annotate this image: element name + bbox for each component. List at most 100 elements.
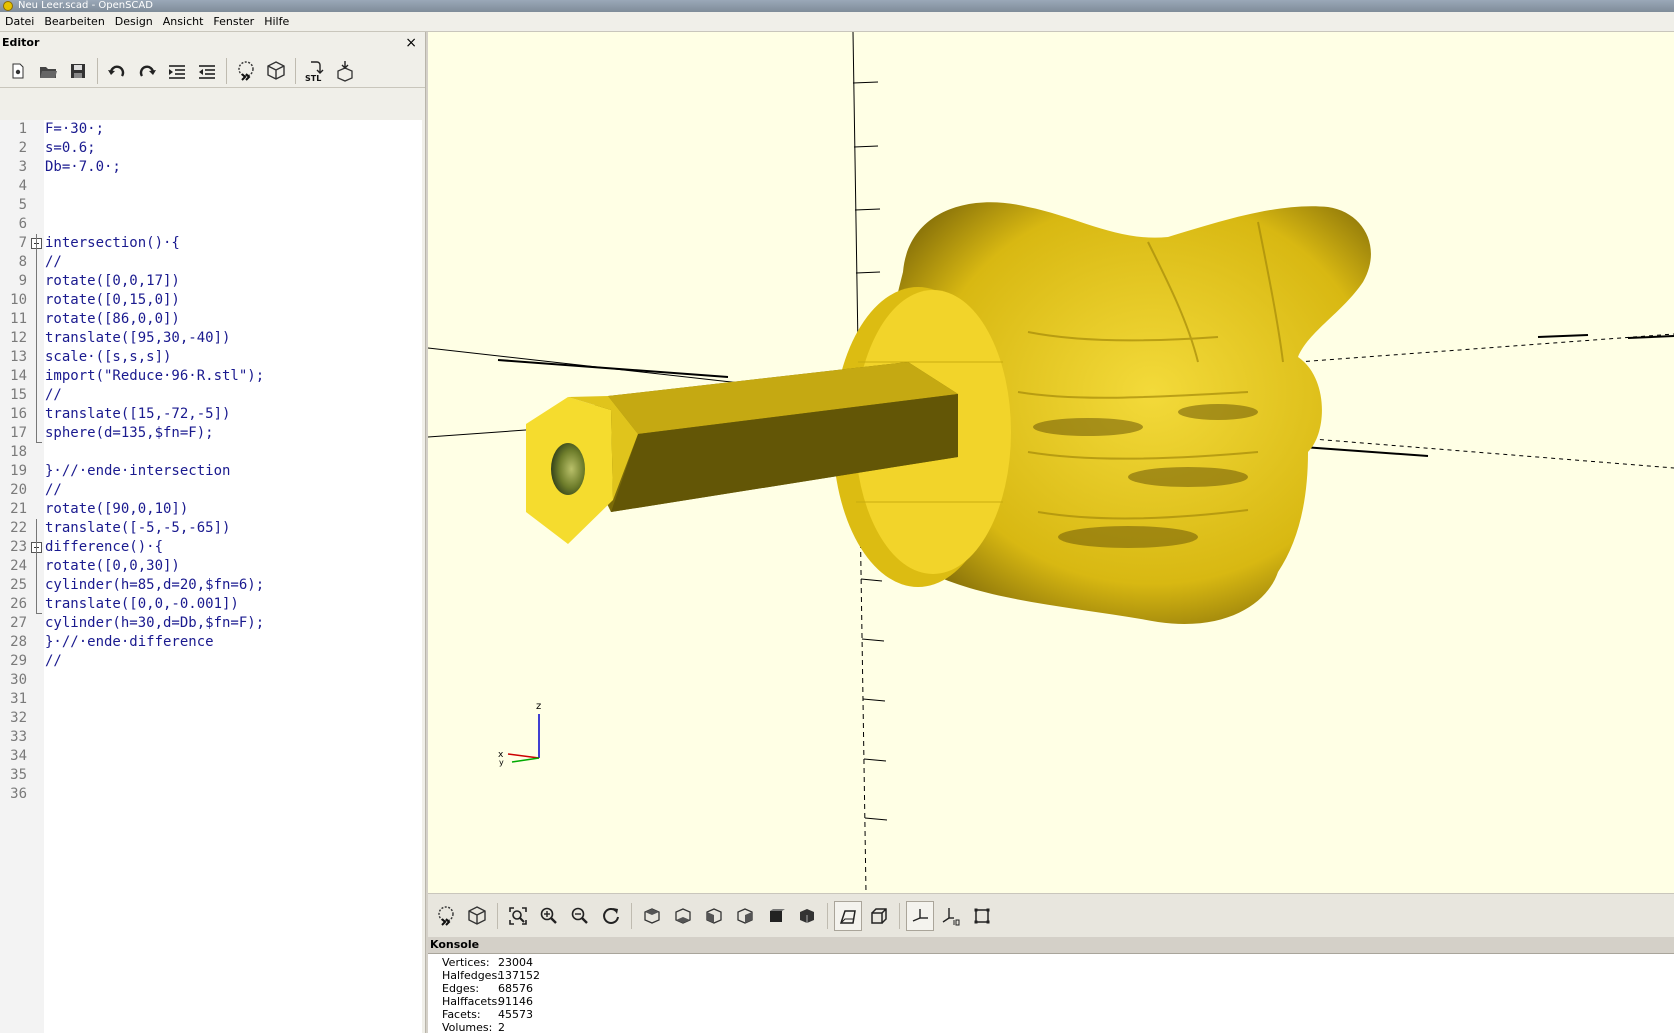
render-icon[interactable] — [262, 57, 290, 85]
code-line[interactable]: 17 sphere(d=135,$fn=F); — [0, 424, 422, 443]
line-number: 8 — [18, 254, 27, 270]
console-output[interactable]: Vertices: 23004 Halfedges: 137152 Edges: 68… — [428, 953, 1674, 1033]
code-text: rotate([0,0,17]) — [45, 273, 180, 289]
line-number: 12 — [10, 330, 27, 346]
code-text: // — [45, 653, 62, 669]
unindent-icon[interactable] — [193, 57, 221, 85]
code-line[interactable]: 6 — [0, 215, 422, 234]
send-to-print-icon[interactable] — [331, 57, 359, 85]
toolbar-separator — [631, 902, 632, 929]
openscad-app-icon — [3, 1, 13, 11]
menu-hilfe[interactable]: Hilfe — [259, 15, 294, 28]
show-axes-icon[interactable] — [906, 900, 934, 931]
open-file-icon[interactable] — [34, 57, 62, 85]
save-icon[interactable] — [64, 57, 92, 85]
code-line[interactable]: 29 // — [0, 652, 422, 671]
render-icon[interactable] — [463, 901, 491, 931]
menu-bar: Datei Bearbeiten Design Ansicht Fenster … — [0, 12, 1674, 32]
code-line[interactable]: 3 Db=·7.0·; — [0, 158, 422, 177]
view-right-icon[interactable] — [731, 901, 759, 931]
code-line[interactable]: 10 rotate([0,15,0]) — [0, 291, 422, 310]
preview-icon[interactable] — [432, 901, 460, 931]
code-text: sphere(d=135,$fn=F); — [45, 425, 214, 441]
code-line[interactable]: 5 — [0, 196, 422, 215]
code-line[interactable]: 2 s=0.6; — [0, 139, 422, 158]
code-line[interactable]: 22 translate([-5,-5,-65]) — [0, 519, 422, 538]
code-line[interactable]: 23 difference()·{ — [0, 538, 422, 557]
zoom-in-icon[interactable] — [535, 901, 563, 931]
window-title: Neu Leer.scad - OpenSCAD — [18, 0, 153, 11]
toolbar-separator — [827, 902, 828, 929]
line-number: 29 — [10, 653, 27, 669]
code-line[interactable]: 8 // — [0, 253, 422, 272]
view-top-icon[interactable] — [638, 901, 666, 931]
code-line[interactable]: 26 translate([0,0,-0.001]) — [0, 595, 422, 614]
line-number: 25 — [10, 577, 27, 593]
code-line[interactable]: 32 — [0, 709, 422, 728]
show-scale-markers-icon[interactable] — [937, 901, 965, 931]
view-left-icon[interactable] — [700, 901, 728, 931]
view-front-icon[interactable] — [762, 901, 790, 931]
menu-datei[interactable]: Datei — [0, 15, 39, 28]
line-number: 6 — [18, 216, 27, 232]
code-line[interactable]: 20 // — [0, 481, 422, 500]
view-back-icon[interactable] — [793, 901, 821, 931]
code-line[interactable]: 24 rotate([0,0,30]) — [0, 557, 422, 576]
preview-icon[interactable] — [232, 57, 260, 85]
code-line[interactable]: 31 — [0, 690, 422, 709]
indent-icon[interactable] — [163, 57, 191, 85]
line-number: 22 — [10, 520, 27, 536]
toolbar-separator — [295, 57, 296, 84]
code-line[interactable]: 27 cylinder(h=30,d=Db,$fn=F); — [0, 614, 422, 633]
code-line[interactable]: 12 translate([95,30,-40]) — [0, 329, 422, 348]
code-line[interactable]: 18 — [0, 443, 422, 462]
code-line[interactable]: 30 — [0, 671, 422, 690]
redo-icon[interactable] — [133, 57, 161, 85]
toolbar-separator — [97, 57, 98, 84]
code-line[interactable]: 11 rotate([86,0,0]) — [0, 310, 422, 329]
orthogonal-icon[interactable] — [865, 901, 893, 931]
code-line[interactable]: 36 — [0, 785, 422, 804]
code-line[interactable]: 35 — [0, 766, 422, 785]
new-file-icon[interactable] — [4, 57, 32, 85]
line-number: 16 — [10, 406, 27, 422]
console-line: Vertices: 23004 — [442, 956, 533, 969]
view-all-icon[interactable] — [504, 901, 532, 931]
code-line[interactable]: 7 intersection()·{ — [0, 234, 422, 253]
3d-viewport[interactable]: z x y — [428, 32, 1674, 893]
menu-bearbeiten[interactable]: Bearbeiten — [39, 15, 109, 28]
code-line[interactable]: 14 import("Reduce·96·R.stl"); — [0, 367, 422, 386]
toolbar-separator — [226, 57, 227, 84]
menu-fenster[interactable]: Fenster — [208, 15, 259, 28]
reset-view-icon[interactable] — [597, 901, 625, 931]
perspective-icon[interactable] — [834, 900, 862, 931]
code-line[interactable]: 13 scale·([s,s,s]) — [0, 348, 422, 367]
code-line[interactable]: 21 rotate([90,0,10]) — [0, 500, 422, 519]
code-line[interactable]: 19}·//·ende·intersection — [0, 462, 422, 481]
undo-icon[interactable] — [103, 57, 131, 85]
menu-ansicht[interactable]: Ansicht — [158, 15, 209, 28]
line-number: 17 — [10, 425, 27, 441]
menu-design[interactable]: Design — [110, 15, 158, 28]
code-line[interactable]: 34 — [0, 747, 422, 766]
editor-panel: Editor × STL 1 F=·30·; 2 s=0.6; 3 Db=·7.… — [0, 32, 426, 1033]
code-editor[interactable]: 1 F=·30·; 2 s=0.6; 3 Db=·7.0·; 4 5 6 7 intersectio… — [0, 120, 422, 1033]
close-icon[interactable]: × — [405, 32, 417, 54]
show-edges-icon[interactable] — [968, 901, 996, 931]
code-line[interactable]: 16 translate([15,-72,-5]) — [0, 405, 422, 424]
code-text: s=0.6; — [45, 140, 96, 156]
code-line[interactable]: 9 rotate([0,0,17]) — [0, 272, 422, 291]
zoom-out-icon[interactable] — [566, 901, 594, 931]
export-stl-icon[interactable]: STL — [301, 57, 329, 85]
code-line[interactable]: 28}·//·ende·difference — [0, 633, 422, 652]
code-line[interactable]: 25 cylinder(h=85,d=20,$fn=6); — [0, 576, 422, 595]
code-text: // — [45, 482, 62, 498]
code-line[interactable]: 1 F=·30·; — [0, 120, 422, 139]
code-line[interactable]: 33 — [0, 728, 422, 747]
view-bottom-icon[interactable] — [669, 901, 697, 931]
code-line[interactable]: 4 — [0, 177, 422, 196]
toolbar-separator — [899, 902, 900, 929]
line-number: 5 — [18, 197, 27, 213]
code-line[interactable]: 15 // — [0, 386, 422, 405]
console-line: Edges: 68576 — [442, 982, 533, 995]
